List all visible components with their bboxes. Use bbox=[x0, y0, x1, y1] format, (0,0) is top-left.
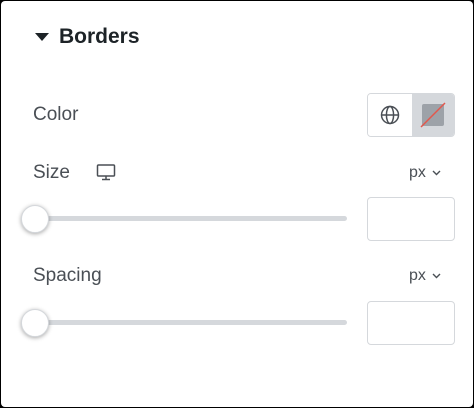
size-input[interactable] bbox=[367, 197, 455, 241]
size-unit-label: px bbox=[409, 164, 426, 181]
spacing-unit-select[interactable]: px bbox=[409, 267, 441, 285]
chevron-down-icon bbox=[432, 170, 441, 176]
color-swatch-button[interactable] bbox=[412, 94, 454, 136]
size-slider-track[interactable] bbox=[23, 216, 347, 221]
spacing-slider-handle[interactable] bbox=[21, 309, 49, 337]
global-colors-button[interactable] bbox=[368, 94, 412, 136]
color-picker bbox=[367, 93, 455, 137]
borders-panel: Borders Color Size px Spacing px bbox=[1, 1, 473, 407]
color-swatch bbox=[420, 102, 446, 128]
section-title: Borders bbox=[59, 25, 140, 48]
chevron-down-icon bbox=[432, 273, 441, 279]
desktop-icon[interactable] bbox=[96, 164, 116, 181]
color-label: Color bbox=[33, 104, 79, 125]
spacing-slider-track[interactable] bbox=[23, 320, 347, 325]
caret-down-icon bbox=[35, 33, 49, 41]
spacing-unit-label: px bbox=[409, 267, 426, 284]
section-toggle[interactable]: Borders bbox=[35, 25, 140, 49]
size-unit-select[interactable]: px bbox=[409, 164, 441, 182]
no-color-slash-icon bbox=[420, 102, 446, 128]
spacing-label: Spacing bbox=[33, 265, 102, 286]
size-slider-handle[interactable] bbox=[21, 205, 49, 233]
spacing-input[interactable] bbox=[367, 301, 455, 345]
globe-icon bbox=[380, 105, 400, 125]
size-label: Size bbox=[33, 162, 70, 183]
